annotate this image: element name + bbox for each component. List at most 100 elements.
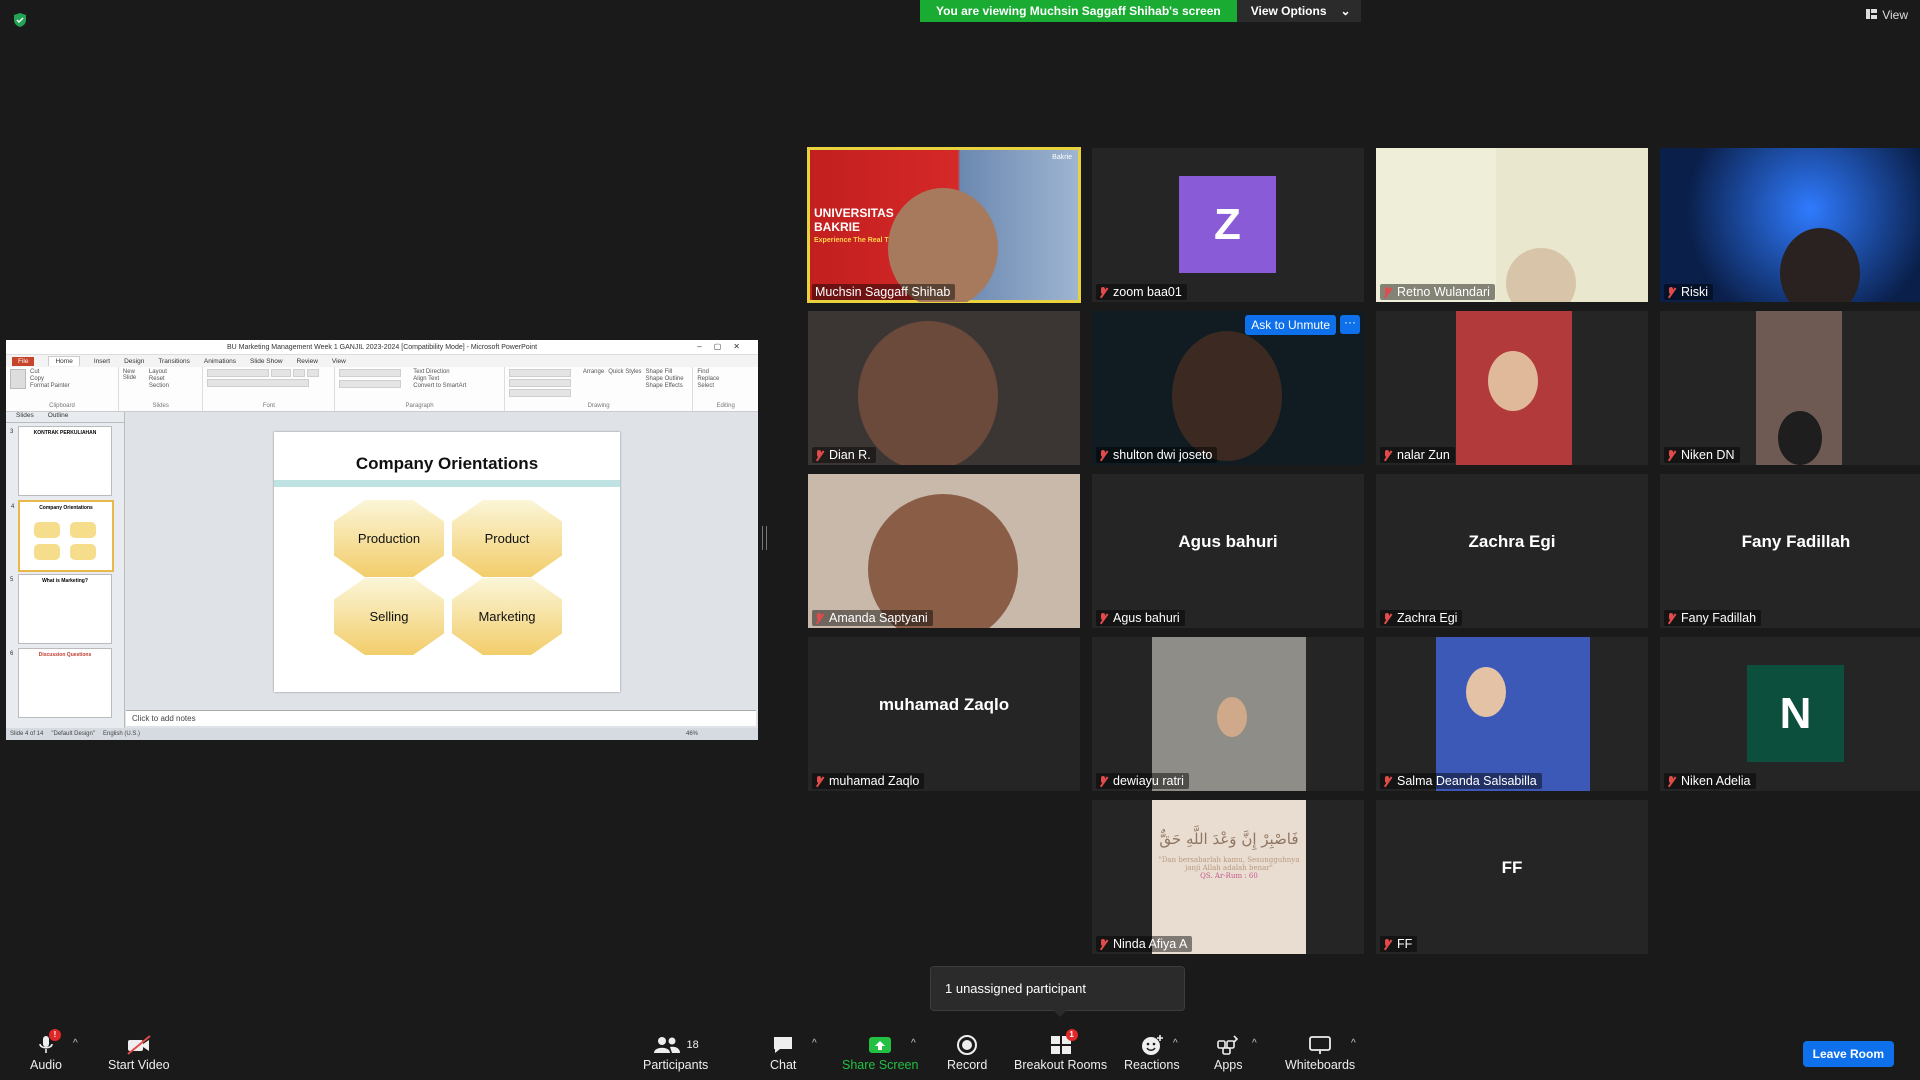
participant-tile[interactable]: Zachra Egi Zachra Egi	[1376, 474, 1648, 628]
muted-mic-icon	[1383, 775, 1392, 787]
whiteboards-button[interactable]: Whiteboards	[1285, 1032, 1355, 1072]
participant-silhouette	[868, 494, 1018, 628]
audio-button[interactable]: ! Audio	[30, 1029, 62, 1072]
shape-effects-button[interactable]: Shape Effects	[646, 383, 684, 389]
ribbon-tab-home[interactable]: Home	[48, 356, 80, 366]
chat-label: Chat	[770, 1058, 797, 1072]
shape-outline-button[interactable]: Shape Outline	[646, 376, 684, 382]
ribbon-tab-review[interactable]: Review	[297, 358, 318, 365]
muted-mic-icon	[1383, 286, 1392, 298]
participant-tile[interactable]: N Niken Adelia	[1660, 637, 1920, 791]
split-view-handle[interactable]	[762, 526, 767, 550]
section-button[interactable]: Section	[149, 383, 169, 389]
shape-fill-button[interactable]: Shape Fill	[646, 369, 684, 375]
audio-options-caret-icon[interactable]: ^	[73, 1038, 78, 1049]
participant-tile[interactable]: UNIVERSITAS BAKRIE Experience The Real Thi…	[807, 147, 1081, 303]
start-video-button[interactable]: Start Video	[108, 1032, 170, 1072]
reactions-button[interactable]: Reactions	[1124, 1032, 1180, 1072]
shape-selling[interactable]: Selling	[334, 578, 444, 655]
participant-tile[interactable]: Riski	[1660, 148, 1920, 302]
slide-thumbnail[interactable]: 5 What is Marketing?	[10, 574, 112, 644]
participant-tile[interactable]: FF FF	[1376, 800, 1648, 954]
current-slide[interactable]: Company Orientations Production Product …	[274, 432, 620, 692]
muted-mic-icon	[1667, 286, 1676, 298]
new-slide-button[interactable]: New Slide	[123, 369, 145, 389]
quick-styles-button[interactable]: Quick Styles	[608, 369, 641, 397]
muted-mic-icon	[1099, 775, 1108, 787]
share-options-caret-icon[interactable]: ^	[911, 1038, 916, 1049]
participant-tile[interactable]: Amanda Saptyani	[808, 474, 1080, 628]
tab-outline[interactable]: Outline	[48, 412, 69, 422]
reset-button[interactable]: Reset	[149, 376, 169, 382]
view-options-button[interactable]: View Options ⌄	[1236, 0, 1361, 22]
participant-tile[interactable]: Agus bahuri Agus bahuri	[1092, 474, 1364, 628]
chat-button[interactable]: Chat	[770, 1032, 796, 1072]
ribbon-tab-transitions[interactable]: Transitions	[158, 358, 190, 365]
ribbon-tab-design[interactable]: Design	[124, 358, 144, 365]
participant-tile[interactable]: dewiayu ratri	[1092, 637, 1364, 791]
participant-silhouette	[1780, 228, 1860, 302]
participant-tile[interactable]: Salma Deanda Salsabilla	[1376, 637, 1648, 791]
view-button[interactable]: View	[1866, 8, 1908, 22]
participant-tile[interactable]: Dian R.	[808, 311, 1080, 465]
whiteboards-options-caret-icon[interactable]: ^	[1351, 1038, 1356, 1049]
arrange-button[interactable]: Arrange	[583, 369, 604, 397]
replace-button[interactable]: Replace	[697, 376, 754, 382]
ribbon-tab-file[interactable]: File	[12, 356, 35, 366]
shape-product[interactable]: Product	[452, 500, 562, 577]
participants-button[interactable]: 18 Participants	[643, 1032, 708, 1072]
tab-slides[interactable]: Slides	[16, 412, 34, 422]
convert-smartart-button[interactable]: Convert to SmartArt	[413, 383, 466, 389]
more-options-icon[interactable]: ···	[1340, 315, 1360, 334]
select-button[interactable]: Select	[697, 383, 754, 389]
status-zoom[interactable]: 46%	[686, 731, 698, 737]
window-controls-icon[interactable]: –▢✕	[697, 342, 752, 351]
participant-tile[interactable]: Fany Fadillah Fany Fadillah	[1660, 474, 1920, 628]
unassigned-participant-tooltip[interactable]: 1 unassigned participant	[930, 966, 1185, 1017]
align-text-button[interactable]: Align Text	[413, 376, 466, 382]
text-direction-button[interactable]: Text Direction	[413, 369, 466, 375]
participant-tile[interactable]: Retno Wulandari	[1376, 148, 1648, 302]
ribbon-tab-view[interactable]: View	[332, 358, 346, 365]
cut-button[interactable]: Cut	[30, 369, 70, 375]
shape-marketing[interactable]: Marketing	[452, 578, 562, 655]
ppt-title-bar: BU Marketing Management Week 1 GANJIL 20…	[6, 340, 758, 355]
layout-button[interactable]: Layout	[149, 369, 169, 375]
participant-tile[interactable]: Niken DN	[1660, 311, 1920, 465]
share-screen-icon	[869, 1037, 892, 1053]
participant-name: Niken Adelia	[1681, 774, 1751, 788]
notes-pane[interactable]: Click to add notes	[126, 710, 756, 726]
breakout-rooms-button[interactable]: 1 Breakout Rooms	[1014, 1029, 1107, 1072]
leave-room-button[interactable]: Leave Room	[1802, 1041, 1894, 1067]
ask-to-unmute-button[interactable]: Ask to Unmute	[1245, 315, 1336, 335]
apps-button[interactable]: Apps	[1214, 1032, 1243, 1072]
participant-tile[interactable]: فَاصْبِرْ إِنَّ وَعْدَ اللَّهِ حَقٌّ "Dan…	[1092, 800, 1364, 954]
paste-icon[interactable]	[10, 369, 26, 389]
find-button[interactable]: Find	[697, 369, 754, 375]
slide-editor[interactable]: Company Orientations Production Product …	[126, 412, 758, 710]
shared-screen[interactable]: BU Marketing Management Week 1 GANJIL 20…	[6, 340, 758, 740]
reactions-options-caret-icon[interactable]: ^	[1173, 1038, 1178, 1049]
banner-line: UNIVERSITAS	[814, 206, 894, 220]
record-button[interactable]: Record	[947, 1032, 987, 1072]
chat-options-caret-icon[interactable]: ^	[812, 1038, 817, 1049]
grid-view-icon	[1866, 8, 1878, 22]
view-options-label: View Options	[1250, 4, 1327, 18]
slide-thumbnail[interactable]: 6 Discussion Questions	[10, 648, 112, 718]
thumb-number: 6	[10, 651, 14, 657]
slide-thumbnail[interactable]: 3 KONTRAK PERKULIAHAN	[10, 426, 112, 496]
ribbon-tab-animations[interactable]: Animations	[204, 358, 236, 365]
participant-tile[interactable]: Zzoom baa01	[1092, 148, 1364, 302]
apps-options-caret-icon[interactable]: ^	[1252, 1038, 1257, 1049]
participant-tile[interactable]: Ask to Unmute ··· shulton dwi joseto	[1092, 311, 1364, 465]
participant-tile[interactable]: nalar Zun	[1376, 311, 1648, 465]
shape-production[interactable]: Production	[334, 500, 444, 577]
participant-tile[interactable]: muhamad Zaqlo muhamad Zaqlo	[808, 637, 1080, 791]
ribbon-tab-slide-show[interactable]: Slide Show	[250, 358, 283, 365]
security-shield-icon[interactable]	[12, 12, 28, 28]
format-painter-button[interactable]: Format Painter	[30, 383, 70, 389]
ribbon-tab-insert[interactable]: Insert	[94, 358, 110, 365]
copy-button[interactable]: Copy	[30, 376, 70, 382]
share-screen-button[interactable]: Share Screen	[842, 1032, 918, 1072]
slide-thumbnail-selected[interactable]: 4 Company Orientations	[11, 500, 114, 572]
